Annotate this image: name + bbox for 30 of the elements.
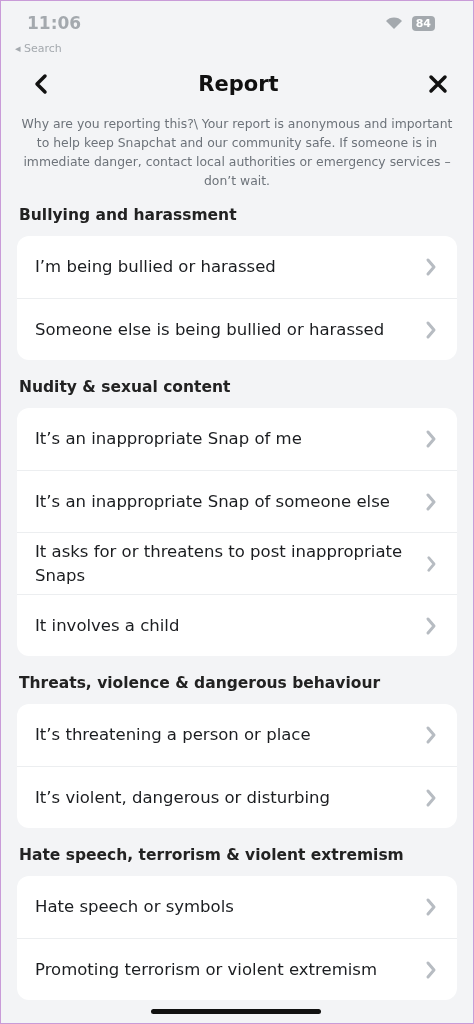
intro-text: Why are you reporting this?\ Your report is anonymous and important to help keep Snapchat and our community safe. If someone is in immediate danger, contact local authorities or emergency services – don’t wait.	[20, 115, 454, 190]
page-title: Report	[198, 72, 279, 96]
battery-icon: 84	[411, 15, 435, 31]
section-heading: Hate speech, terrorism & violent extremism	[19, 846, 405, 864]
report-option[interactable]: Someone else is being bullied or harassed	[17, 298, 457, 360]
report-option[interactable]: I’m being bullied or harassed	[17, 236, 457, 298]
chevron-icon	[425, 897, 437, 917]
section-heading: Bullying and harassment	[19, 206, 238, 224]
close-icon[interactable]	[428, 74, 448, 94]
chevron-icon	[425, 787, 437, 808]
report-option[interactable]: Hate speech or symbols	[17, 876, 457, 938]
chevron-icon	[425, 725, 437, 745]
back-icon[interactable]	[33, 73, 49, 95]
status-time: 11:06	[27, 13, 82, 33]
report-option[interactable]: It involves a child	[17, 594, 457, 656]
report-option[interactable]: Promoting terrorism or violent extremism	[17, 938, 457, 1000]
report-option[interactable]: It’s violent, dangerous or disturbing	[17, 766, 457, 828]
chevron-icon	[425, 615, 437, 636]
chevron-icon	[425, 257, 437, 277]
chevron-icon	[425, 959, 437, 980]
chevron-icon	[425, 491, 437, 512]
chevron-icon	[425, 319, 437, 340]
report-option[interactable]: It asks for or threatens to post inappropriate Snaps	[17, 532, 457, 594]
chevron-icon	[425, 429, 437, 449]
report-option[interactable]: It’s an inappropriate Snap of someone else	[17, 470, 457, 532]
report-option[interactable]: It’s an inappropriate Snap of me	[17, 408, 457, 470]
section-heading: Nudity & sexual content	[19, 378, 232, 396]
section-heading: Threats, violence & dangerous behaviour	[19, 674, 382, 692]
chevron-icon	[426, 553, 437, 574]
report-option[interactable]: It’s threatening a person or place	[17, 704, 457, 766]
